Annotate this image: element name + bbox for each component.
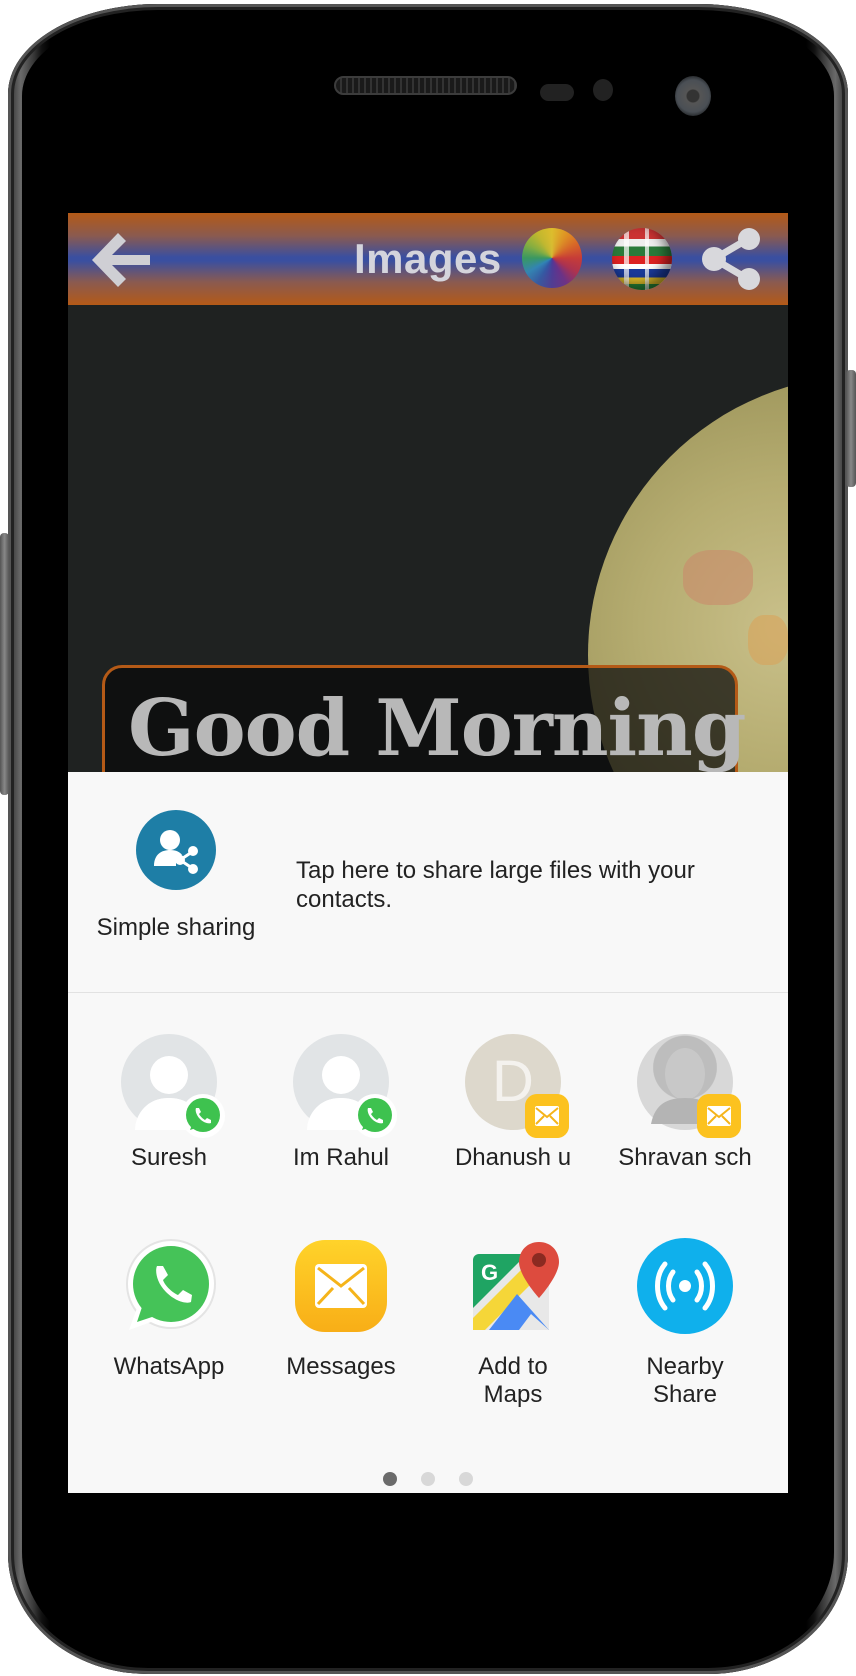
google-maps-icon: G: [473, 1242, 559, 1330]
earpiece-speaker: [334, 76, 517, 95]
color-wheel-icon[interactable]: [522, 228, 582, 288]
contact-name: Suresh: [130, 1144, 208, 1171]
app-target-add-to-maps[interactable]: G Add to Maps: [427, 1238, 599, 1409]
messages-icon: [295, 1240, 387, 1332]
arrow-left-icon[interactable]: [90, 229, 152, 289]
contact-name: Dhanush u: [454, 1144, 572, 1171]
whatsapp-badge-icon: [181, 1094, 225, 1138]
share-icon[interactable]: [700, 227, 764, 291]
app-label: Messages: [286, 1353, 396, 1380]
flag-globe-icon[interactable]: [612, 228, 672, 290]
page-dot-1[interactable]: [383, 1472, 397, 1486]
contact-share-icon: [136, 810, 216, 890]
share-sheet: Simple sharing Tap here to share large f…: [68, 772, 788, 1493]
avatar: [293, 1034, 397, 1138]
screen: Images Good Morning Simple sharing Tap h…: [68, 213, 788, 1493]
contact-target[interactable]: D Dhanush u: [427, 1034, 599, 1172]
contact-target[interactable]: Shravan sch: [599, 1034, 771, 1172]
page-dot-3[interactable]: [459, 1472, 473, 1486]
messages-badge-icon: [525, 1094, 569, 1138]
divider: [68, 992, 788, 993]
app-toolbar: Images: [68, 213, 788, 305]
whatsapp-badge-icon: [353, 1094, 397, 1138]
contact-name: Shravan sch: [618, 1144, 752, 1171]
front-camera: [675, 76, 711, 116]
simple-sharing-row[interactable]: Simple sharing Tap here to share large f…: [68, 772, 788, 992]
contact-name: Im Rahul: [292, 1144, 390, 1171]
avatar: D: [465, 1034, 569, 1138]
app-target-nearby-share[interactable]: Nearby Share: [599, 1238, 771, 1409]
proximity-sensor: [540, 84, 574, 101]
app-label: Add to Maps: [478, 1353, 548, 1408]
power-button: [846, 370, 856, 487]
svg-text:G: G: [481, 1260, 498, 1285]
messages-badge-icon: [697, 1094, 741, 1138]
toolbar-title: Images: [354, 235, 502, 282]
nearby-share-icon: [637, 1238, 733, 1334]
page-dot-2[interactable]: [421, 1472, 435, 1486]
app-target-whatsapp[interactable]: WhatsApp: [83, 1238, 255, 1381]
avatar: [121, 1034, 225, 1138]
light-sensor: [593, 79, 613, 101]
whatsapp-icon: [126, 1239, 216, 1330]
contact-target[interactable]: Suresh: [83, 1034, 255, 1172]
simple-sharing-label: Simple sharing: [96, 914, 256, 941]
greeting-text: Good Morning: [128, 683, 746, 774]
avatar: [637, 1034, 741, 1138]
page-indicator: [68, 1472, 788, 1486]
contact-target[interactable]: Im Rahul: [255, 1034, 427, 1172]
simple-sharing-description: Tap here to share large files with your …: [296, 857, 695, 913]
app-target-messages[interactable]: Messages: [255, 1238, 427, 1381]
app-label: Nearby Share: [646, 1353, 724, 1408]
app-label: WhatsApp: [113, 1353, 225, 1380]
volume-button: [0, 533, 9, 795]
